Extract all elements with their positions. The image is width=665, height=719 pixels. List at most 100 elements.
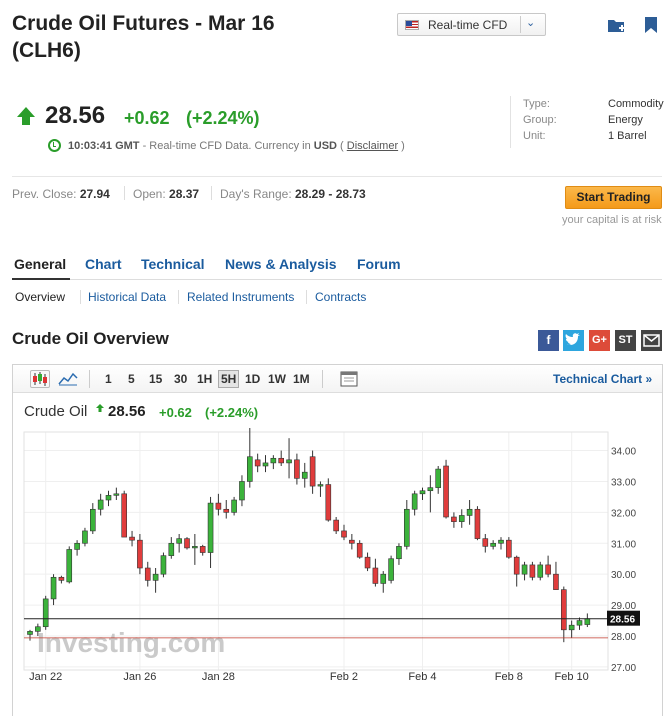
facebook-share-button[interactable]: f (538, 330, 559, 351)
candle-body (419, 490, 426, 495)
folder-plus-icon (608, 20, 625, 32)
candle-body (435, 468, 442, 488)
tab-general[interactable]: General (14, 256, 66, 272)
candle-body (411, 493, 418, 510)
candle-body (129, 536, 135, 541)
subtab-related-instruments[interactable]: Related Instruments (187, 290, 294, 304)
y-tick-label: 30.00 (611, 570, 636, 581)
start-trading-button[interactable]: Start Trading (565, 186, 662, 209)
interval-15-min[interactable]: 15 (149, 372, 162, 386)
watchlist-button[interactable] (640, 14, 662, 36)
candle-body (66, 549, 73, 583)
candle-body (58, 576, 65, 581)
clock-icon (48, 139, 61, 152)
candle-body (364, 556, 371, 569)
candle-body (466, 508, 473, 516)
candle-body (270, 457, 277, 464)
interval-5-min[interactable]: 5 (128, 372, 135, 386)
email-share-button[interactable] (641, 330, 662, 351)
subtab-overview[interactable]: Overview (15, 290, 65, 304)
add-to-portfolio-button[interactable] (606, 14, 628, 36)
interval-1-day[interactable]: 1D (245, 372, 260, 386)
technical-chart-link[interactable]: Technical Chart » (553, 372, 652, 386)
candle-body (443, 465, 449, 518)
candle-body (341, 530, 347, 538)
x-tick-label: Feb 4 (408, 671, 436, 683)
y-tick-label: 33.00 (611, 477, 636, 488)
candle-body (160, 555, 167, 575)
chart-settings-button[interactable] (339, 370, 361, 388)
candle-body (356, 542, 363, 558)
tab-technical[interactable]: Technical (141, 256, 205, 272)
tab-chart[interactable]: Chart (85, 256, 122, 272)
last-price-tag: 28.56 (610, 615, 635, 626)
candlestick-type-button[interactable] (30, 370, 50, 388)
price-up-arrow-icon (17, 107, 35, 125)
info-group: Group: Energy (523, 114, 643, 126)
stocktwits-share-button[interactable]: ST (615, 330, 636, 351)
candle-body (560, 589, 567, 631)
candle-body (513, 556, 520, 575)
mail-icon (643, 334, 660, 347)
interval-30-min[interactable]: 30 (174, 372, 187, 386)
subtab-historical-data[interactable]: Historical Data (88, 290, 166, 304)
interval-1-month[interactable]: 1M (293, 372, 310, 386)
candle-body (529, 564, 536, 578)
candle-body (184, 538, 190, 549)
interval-1-week[interactable]: 1W (268, 372, 286, 386)
candle-body (372, 567, 379, 584)
data-source-select[interactable]: Real-time CFD ⌄ (397, 13, 546, 36)
interval-5-hour[interactable]: 5H (218, 370, 240, 388)
disclaimer-link[interactable]: Disclaimer (347, 140, 398, 152)
candle-body (286, 459, 292, 464)
candle-body (97, 499, 104, 510)
facebook-icon: f (546, 333, 551, 347)
interval-1-hour[interactable]: 1H (197, 372, 212, 386)
candle-body (545, 564, 551, 575)
candle-body (231, 499, 237, 513)
us-flag-icon (405, 20, 419, 30)
days-range: Day's Range: 28.29 - 28.73 (220, 187, 366, 201)
candle-body (105, 495, 112, 501)
candle-body (498, 539, 504, 544)
candle-body (325, 484, 332, 521)
window-icon (340, 371, 358, 387)
area-chart-type-button[interactable] (57, 370, 79, 388)
interval-1-min[interactable]: 1 (105, 372, 112, 386)
subtab-contracts[interactable]: Contracts (315, 290, 366, 304)
candle-body (490, 542, 496, 547)
open-price: Open: 28.37 (133, 187, 200, 201)
candle-body (168, 542, 175, 556)
candle-body (215, 502, 222, 510)
x-tick-label: Jan 28 (202, 671, 235, 683)
risk-warning: your capital is at risk (562, 214, 662, 226)
y-tick-label: 27.00 (611, 663, 636, 674)
candle-body (176, 538, 182, 544)
candle-body (482, 538, 489, 547)
x-tick-label: Feb 10 (555, 671, 589, 683)
candle-body (207, 502, 214, 553)
candle-body (396, 546, 402, 560)
active-tab-indicator (12, 278, 70, 280)
candle-body (301, 471, 308, 479)
candle-body (451, 516, 457, 522)
tab-news-analysis[interactable]: News & Analysis (225, 256, 337, 272)
candle-body (247, 456, 253, 482)
chevron-down-icon: ⌄ (526, 17, 536, 29)
chart-legend-change: +0.62 (159, 405, 192, 420)
price-chart[interactable]: Investing.com 28.56 34.00 33.00 32.00 31.00… (13, 428, 662, 716)
google-plus-share-button[interactable]: G+ (589, 330, 610, 351)
candle-body (458, 515, 465, 522)
candle-body (90, 508, 96, 532)
candle-body (317, 484, 324, 487)
candle-body (537, 564, 544, 578)
twitter-share-button[interactable] (563, 330, 584, 351)
tab-forum[interactable]: Forum (357, 256, 401, 272)
candle-body (254, 459, 261, 467)
x-tick-label: Jan 26 (123, 671, 156, 683)
stocktwits-icon: ST (618, 334, 633, 346)
candle-body (474, 508, 481, 539)
title-line-1: Crude Oil Futures - Mar 16 (12, 12, 275, 35)
candle-body (278, 457, 285, 464)
price-change-percent: (+2.24%) (186, 108, 260, 128)
